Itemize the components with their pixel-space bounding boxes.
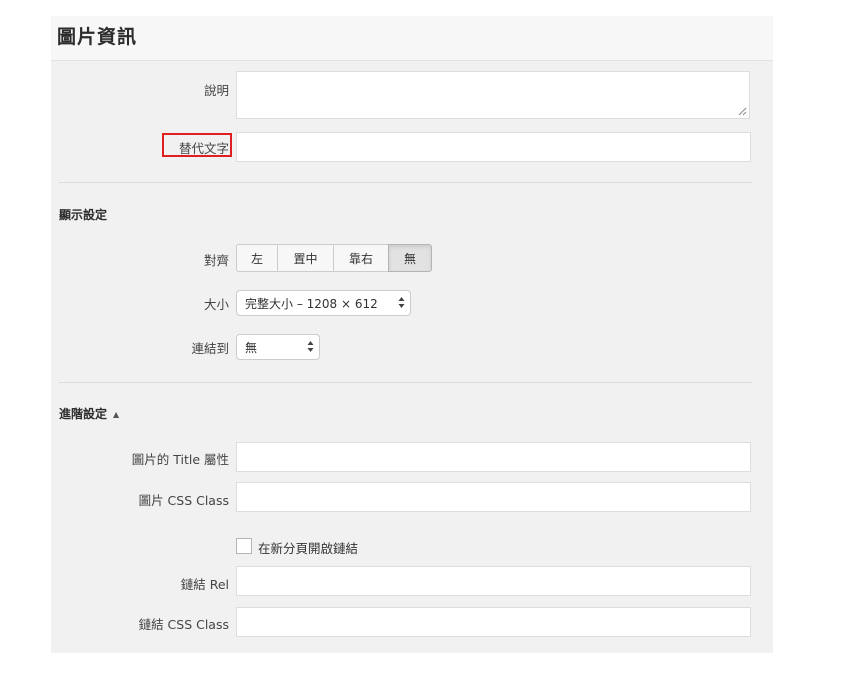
align-label: 對齊 bbox=[203, 253, 229, 268]
align-button-group: 左 置中 靠右 無 bbox=[236, 244, 432, 272]
alt-text-input[interactable] bbox=[236, 132, 751, 162]
divider-advanced bbox=[59, 382, 752, 383]
advanced-settings-toggle[interactable]: 進階設定 ▲ bbox=[59, 405, 119, 422]
alt-text-highlight-box bbox=[162, 133, 232, 157]
title-attribute-label: 圖片的 Title 屬性 bbox=[131, 452, 229, 467]
align-right-button[interactable]: 靠右 bbox=[333, 244, 389, 272]
link-css-class-input[interactable] bbox=[236, 607, 751, 637]
link-to-select-value: 無 bbox=[245, 340, 258, 355]
image-css-class-label: 圖片 CSS Class bbox=[138, 493, 229, 508]
link-css-class-label: 鏈結 CSS Class bbox=[138, 617, 229, 632]
image-css-class-input[interactable] bbox=[236, 482, 751, 512]
align-center-button[interactable]: 置中 bbox=[277, 244, 334, 272]
align-left-button[interactable]: 左 bbox=[236, 244, 278, 272]
link-to-select[interactable]: 無 bbox=[236, 334, 320, 360]
size-select-value: 完整大小 – 1208 × 612 bbox=[245, 296, 378, 311]
divider-display bbox=[59, 182, 752, 183]
open-new-tab-label[interactable]: 在新分頁開啟鏈結 bbox=[258, 538, 358, 557]
link-rel-input[interactable] bbox=[236, 566, 751, 596]
link-rel-label: 鏈結 Rel bbox=[180, 577, 229, 592]
caption-textarea[interactable] bbox=[236, 71, 750, 119]
link-to-label: 連結到 bbox=[191, 341, 229, 356]
open-new-tab-checkbox[interactable] bbox=[236, 538, 252, 554]
panel-title: 圖片資訊 bbox=[57, 26, 138, 48]
resize-grip-icon[interactable] bbox=[738, 107, 747, 116]
select-arrows-icon bbox=[398, 297, 405, 308]
panel-header: 圖片資訊 bbox=[51, 16, 773, 61]
align-none-button[interactable]: 無 bbox=[388, 244, 432, 272]
size-label: 大小 bbox=[203, 297, 229, 312]
caption-label: 說明 bbox=[203, 83, 229, 98]
image-details-panel: 圖片資訊 說明 替代文字 顯示設定 對齊 左 置中 靠右 無 大小 完整大小 –… bbox=[51, 16, 773, 653]
advanced-settings-title: 進階設定 bbox=[59, 407, 108, 421]
triangle-up-icon: ▲ bbox=[113, 410, 120, 419]
display-settings-title: 顯示設定 bbox=[59, 208, 108, 222]
select-arrows-icon bbox=[307, 341, 314, 352]
size-select[interactable]: 完整大小 – 1208 × 612 bbox=[236, 290, 411, 316]
title-attribute-input[interactable] bbox=[236, 442, 751, 472]
